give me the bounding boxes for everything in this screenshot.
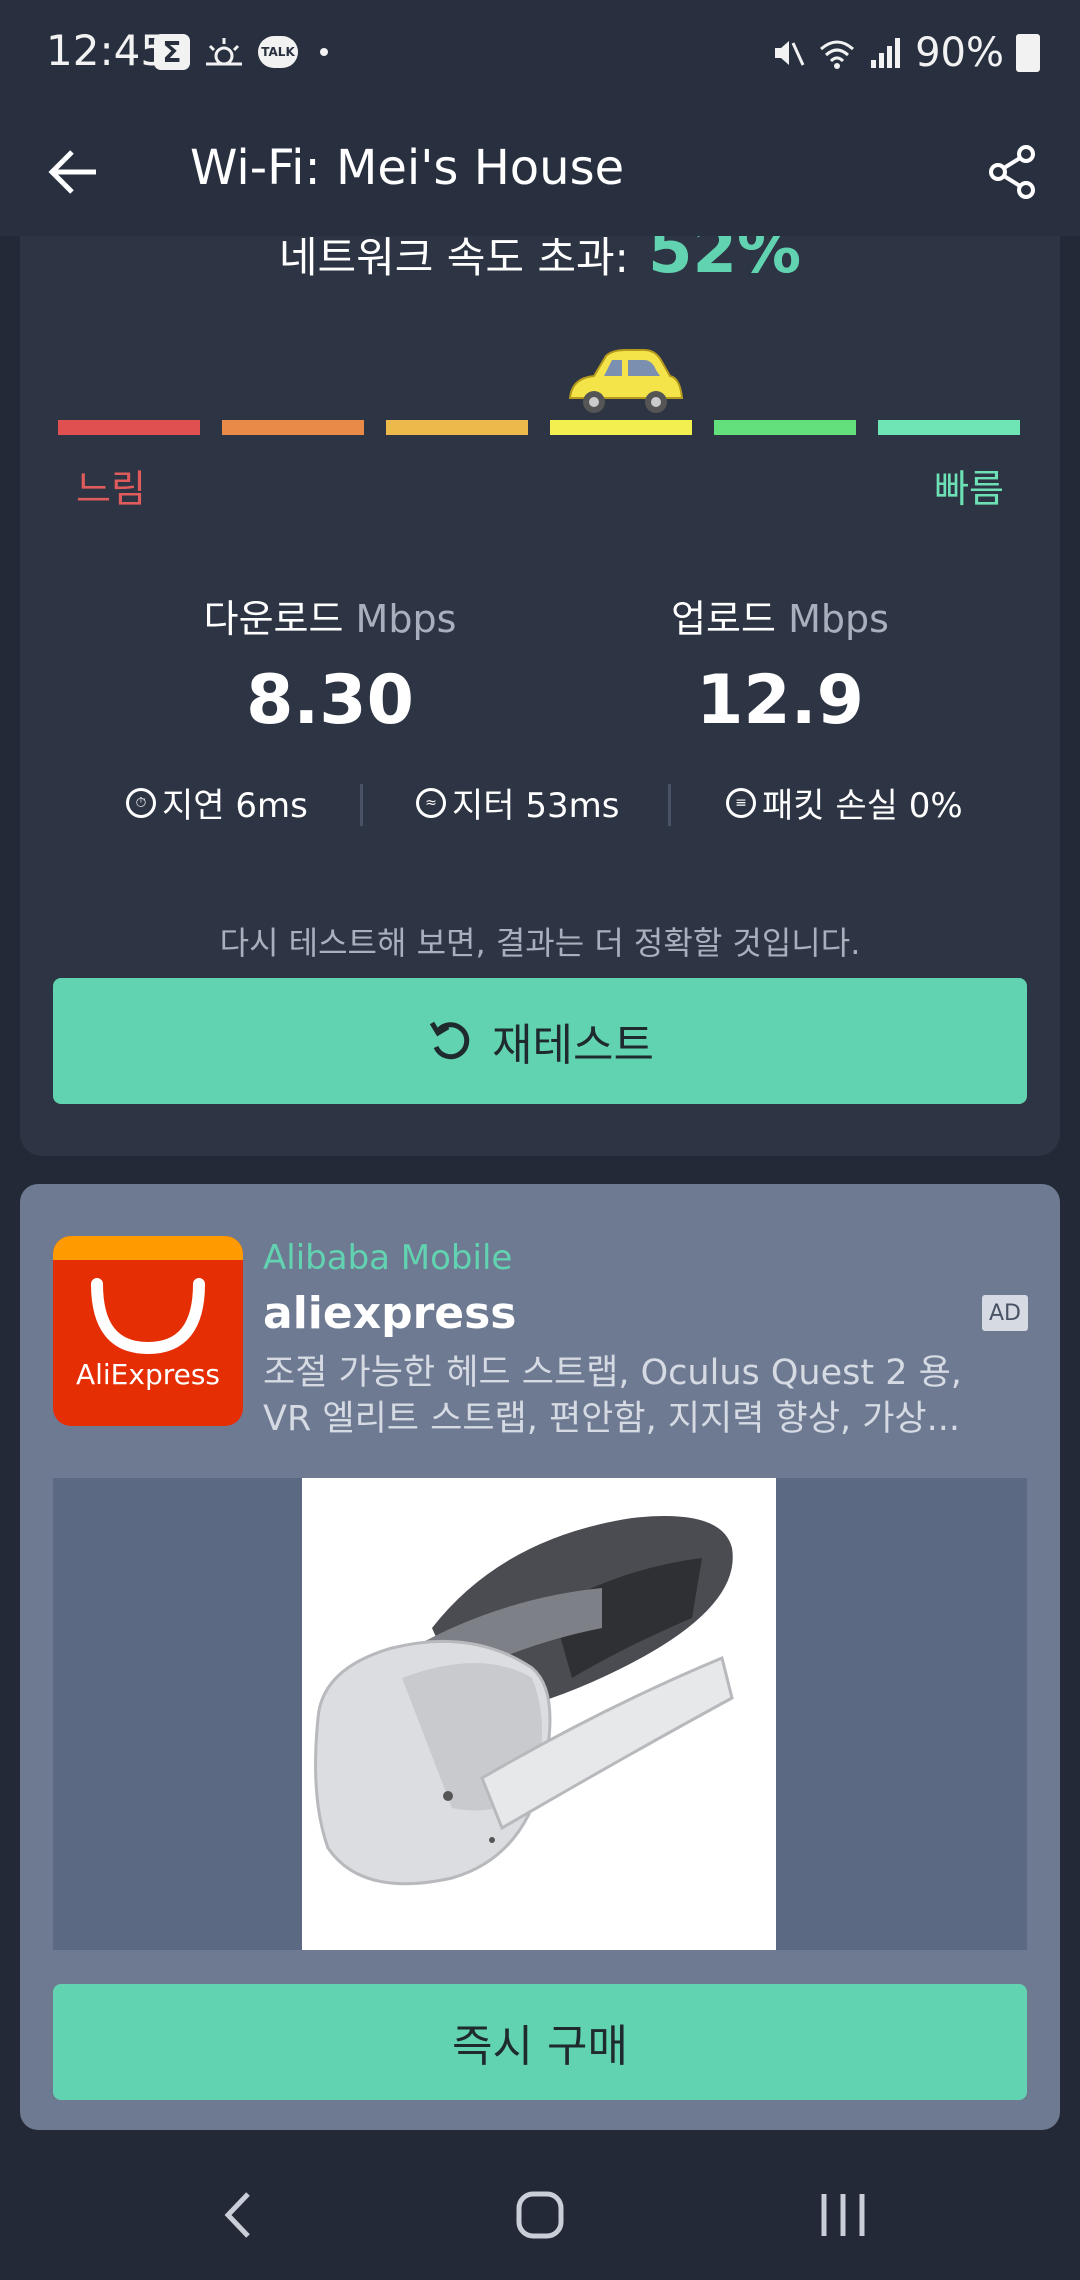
meter-segment	[58, 420, 200, 435]
vr-headset-illustration	[314, 1516, 734, 1886]
retest-button[interactable]: 재테스트	[53, 978, 1027, 1104]
app-bar: Wi-Fi: Mei's House	[0, 112, 1080, 236]
weather-icon	[206, 38, 242, 66]
upload-label: 업로드	[671, 597, 776, 641]
buy-now-label: 즉시 구매	[452, 2021, 628, 2072]
refresh-icon	[429, 1021, 470, 1060]
ad-source[interactable]: Alibaba Mobile	[263, 1238, 512, 1278]
signal-icon	[871, 38, 901, 68]
nav-home-icon[interactable]	[505, 2180, 575, 2250]
jitter-text: 지터 53ms	[452, 786, 620, 826]
kakaotalk-icon: TALK	[258, 36, 298, 68]
meter-segment	[222, 420, 364, 435]
nav-recents-icon[interactable]	[808, 2180, 878, 2250]
battery-percent: 90%	[915, 30, 1004, 76]
jitter-icon: ≈	[416, 787, 446, 818]
speed-result-card: 네트워크 속도 초과: 52% 느림 빠름 다운로드 Mbps 8.30 업로드…	[20, 200, 1060, 1156]
vr-headset-image[interactable]	[302, 1478, 776, 1950]
upload-unit: Mbps	[788, 597, 889, 641]
stat-divider	[360, 784, 363, 826]
sigma-app-icon: Σ	[154, 34, 190, 70]
aliexpress-logo[interactable]: AliExpress	[53, 1236, 243, 1426]
packet-loss-icon: ≡	[726, 787, 756, 818]
ad-card[interactable]: AliExpress Alibaba Mobile aliexpress 조절 …	[20, 1184, 1060, 2130]
back-arrow-icon[interactable]	[44, 142, 104, 202]
download-value: 8.30	[246, 661, 414, 740]
download-unit: Mbps	[355, 597, 457, 641]
buy-now-button[interactable]: 즉시 구매	[53, 1984, 1027, 2100]
speed-meter	[58, 420, 1022, 440]
status-bar: 12:45 Σ TALK 90%	[0, 0, 1080, 112]
car-icon	[568, 349, 684, 413]
battery-icon	[1016, 34, 1040, 72]
jitter-stat: ≈ 지터 53ms	[416, 778, 619, 827]
retest-hint: 다시 테스트해 보면, 결과는 더 정확할 것입니다.	[219, 924, 861, 962]
mute-icon	[775, 41, 805, 66]
ad-media[interactable]	[53, 1478, 1027, 1950]
share-icon[interactable]	[980, 140, 1044, 204]
connection-stats: ⏱ 지연 6ms ≈ 지터 53ms ≡ 패킷 손실 0%	[20, 778, 1060, 838]
latency-stat: ⏱ 지연 6ms	[126, 778, 308, 827]
logo-text: AliExpress	[75, 1358, 221, 1391]
notification-icons: Σ TALK	[154, 34, 328, 70]
meter-segment	[386, 420, 528, 435]
ad-description[interactable]: 조절 가능한 헤드 스트랩, Oculus Quest 2 용, VR 엘리트 …	[263, 1350, 1033, 1442]
page-title: Wi-Fi: Mei's House	[190, 140, 625, 196]
system-icons: 90%	[769, 30, 1040, 76]
download-label: 다운로드	[203, 597, 344, 641]
stat-divider	[668, 784, 671, 826]
more-notifications-dot	[320, 48, 328, 56]
meter-segment	[878, 420, 1020, 435]
nav-back-icon[interactable]	[204, 2180, 274, 2250]
status-time: 12:45	[46, 26, 168, 75]
bag-smile-icon	[91, 1278, 205, 1355]
slow-label: 느림	[76, 467, 146, 511]
ad-badge: AD	[982, 1295, 1028, 1331]
navigation-bar	[0, 2140, 1080, 2280]
ad-title[interactable]: aliexpress	[263, 1288, 517, 1339]
packet-loss-text: 패킷 손실 0%	[762, 786, 963, 826]
upload-metric: 업로드 Mbps 12.9	[570, 588, 990, 740]
upload-value: 12.9	[696, 661, 864, 740]
speed-exceed-label: 네트워크 속도 초과:	[278, 233, 629, 282]
wifi-icon	[820, 40, 855, 69]
latency-icon: ⏱	[126, 787, 156, 818]
logo-top-stripe	[53, 1236, 243, 1260]
meter-segment	[714, 420, 856, 435]
packet-loss-stat: ≡ 패킷 손실 0%	[726, 778, 963, 827]
download-metric: 다운로드 Mbps 8.30	[120, 588, 540, 740]
fast-label: 빠름	[934, 467, 1004, 511]
meter-segment	[550, 420, 692, 435]
latency-text: 지연 6ms	[162, 786, 308, 826]
retest-label: 재테스트	[492, 1020, 654, 1071]
